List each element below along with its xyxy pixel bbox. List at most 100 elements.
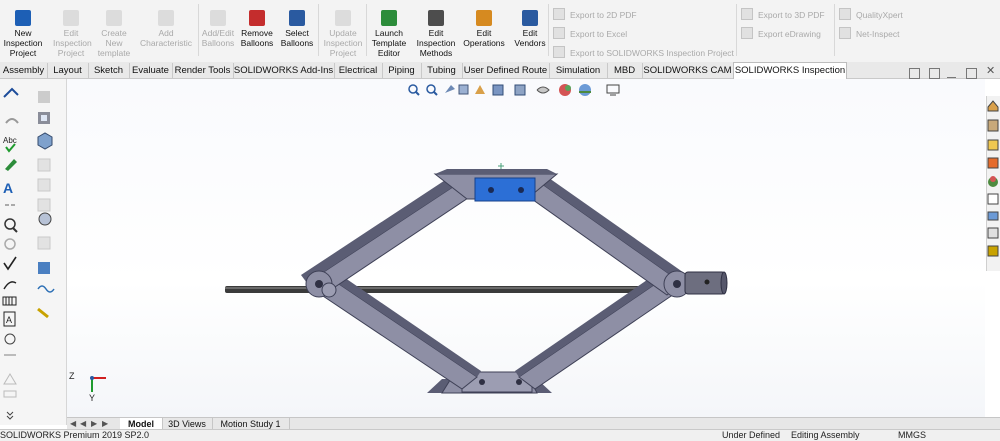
restore-window-icon[interactable]	[929, 68, 940, 79]
edit-inspection-project-button[interactable]: Edit Inspection Project	[53, 4, 92, 60]
spring-icon[interactable]	[37, 285, 55, 293]
brush-icon[interactable]	[5, 159, 17, 171]
select-balloons-button[interactable]: Select Balloons	[278, 4, 316, 60]
tab-assembly[interactable]: Assembly	[0, 63, 48, 78]
export-excel-button[interactable]: Export to Excel	[553, 27, 627, 39]
sketch-line-icon[interactable]	[3, 281, 17, 290]
tab-electrical[interactable]: Electrical	[334, 63, 383, 78]
export-2d-pdf-button[interactable]: Export to 2D PDF	[553, 8, 637, 20]
scissor-jack-model[interactable]: Z Y	[67, 79, 985, 417]
zoom-area-icon[interactable]	[426, 84, 438, 96]
scroll-next-icon[interactable]: ▶	[91, 419, 97, 428]
previous-view-icon[interactable]	[445, 85, 455, 93]
tab-simulation[interactable]: Simulation	[549, 63, 608, 78]
tab-solidworks-inspection[interactable]: SOLIDWORKS Inspection	[733, 62, 847, 79]
create-new-template-button[interactable]: Create New template	[96, 4, 132, 60]
home-icon[interactable]	[987, 100, 999, 112]
minimize-icon[interactable]	[947, 74, 956, 78]
edit-operations-button[interactable]: Edit Operations	[460, 4, 508, 60]
export-inspection-project-button[interactable]: Export to SOLIDWORKS Inspection Project	[553, 46, 734, 58]
export-3d-pdf-button[interactable]: Export to 3D PDF	[741, 8, 825, 20]
tab-tubing[interactable]: Tubing	[421, 63, 463, 78]
ribbon-button-label-line: Project	[329, 48, 357, 58]
ribbon-button-label-line: Vendors	[514, 38, 546, 48]
tab-solidworks-add-ins[interactable]: SOLIDWORKS Add-Ins	[233, 63, 335, 78]
text-block-icon[interactable]: A	[3, 311, 16, 327]
update-inspection-project-button[interactable]: Update Inspection Project	[322, 4, 364, 60]
edit-vendors-button[interactable]: Edit Vendors	[510, 4, 550, 60]
warning-icon[interactable]	[3, 373, 17, 385]
solidworks-inspection-icon[interactable]	[987, 227, 999, 239]
mirror-icon[interactable]	[37, 198, 51, 212]
bom-icon[interactable]	[38, 262, 50, 274]
table-icon[interactable]	[2, 296, 17, 306]
dynamic-annotation-icon[interactable]	[475, 85, 485, 94]
graphics-area[interactable]: Z Y	[67, 79, 985, 417]
edit-appearance-icon[interactable]	[559, 84, 571, 96]
selected-face[interactable]	[474, 177, 536, 202]
new-inspection-project-button[interactable]: New Inspection Project	[1, 4, 45, 60]
appearances-icon[interactable]	[988, 176, 998, 187]
remove-balloons-button[interactable]: Remove Balloons	[238, 4, 276, 60]
tab-evaluate[interactable]: Evaluate	[129, 63, 173, 78]
launch-template-editor-button[interactable]: Launch Template Editor	[369, 4, 409, 60]
spell-check-icon[interactable]: Abc	[3, 136, 17, 153]
zoom-to-fit-icon[interactable]	[408, 84, 420, 96]
tile-window-icon[interactable]	[909, 68, 920, 79]
tab-layout[interactable]: Layout	[47, 63, 89, 78]
ribbon-button-label-line: Editor	[377, 48, 401, 58]
heads-up-toolbar	[408, 84, 620, 96]
explode-icon[interactable]	[37, 236, 51, 250]
undo-icon[interactable]	[5, 118, 19, 124]
feature-icon[interactable]	[37, 158, 51, 172]
tab-render-tools[interactable]: Render Tools	[172, 63, 234, 78]
pattern-component-icon[interactable]	[37, 178, 51, 192]
hide-show-icon[interactable]	[536, 86, 550, 94]
move-component-icon[interactable]	[38, 212, 52, 226]
view-orientation-icon[interactable]	[492, 84, 504, 96]
tab-mbd[interactable]: MBD	[607, 63, 643, 78]
maximize-icon[interactable]	[966, 68, 977, 79]
zoom-icon[interactable]	[4, 218, 18, 233]
unit-system[interactable]: MMGS	[898, 430, 926, 441]
note-text-icon[interactable]: A	[3, 180, 13, 196]
upper-right-arm[interactable]	[521, 171, 687, 296]
more-chevron-icon[interactable]	[6, 411, 14, 420]
crank-tube[interactable]	[684, 271, 728, 295]
label-icon[interactable]	[3, 390, 17, 398]
component-icon[interactable]	[38, 91, 50, 103]
assembly-icon[interactable]	[37, 132, 53, 150]
add-characteristic-button[interactable]: Add Characteristic	[137, 4, 195, 60]
display-style-icon[interactable]	[514, 84, 526, 96]
export-edrawing-button[interactable]: Export eDrawing	[741, 27, 821, 39]
file-explorer-icon[interactable]	[987, 139, 999, 151]
smart-dimension-icon[interactable]	[3, 87, 19, 98]
close-icon[interactable]: ✕	[986, 64, 995, 77]
svg-text:A: A	[3, 180, 13, 196]
apply-scene-icon[interactable]	[579, 84, 591, 96]
check-icon[interactable]	[3, 256, 17, 271]
forum-icon[interactable]	[987, 211, 999, 221]
tab-solidworks-cam[interactable]: SOLIDWORKS CAM	[642, 63, 734, 78]
scroll-last-icon[interactable]: ▶	[102, 419, 108, 428]
scroll-prev-icon[interactable]: ◀	[80, 419, 86, 428]
tab-piping[interactable]: Piping	[382, 63, 422, 78]
view-palette-icon[interactable]	[987, 157, 999, 169]
threaded-rod[interactable]	[225, 286, 685, 293]
view-settings-icon[interactable]	[606, 84, 620, 96]
custom-properties-icon[interactable]	[987, 193, 999, 205]
tab-user-defined-route[interactable]: User Defined Route	[462, 63, 550, 78]
plm-icon[interactable]	[987, 245, 999, 257]
qualityxpert-button[interactable]: QualityXpert	[839, 8, 903, 20]
edit-inspection-methods-button[interactable]: Edit Inspection Methods	[414, 4, 458, 60]
scroll-first-icon[interactable]: ◀	[70, 419, 76, 428]
section-view-icon[interactable]	[458, 84, 469, 95]
tab-sketch[interactable]: Sketch	[88, 63, 130, 78]
net-inspect-button[interactable]: Net-Inspect	[839, 27, 899, 39]
design-library-icon[interactable]	[987, 119, 999, 132]
zoom-fit-icon[interactable]	[4, 238, 16, 250]
measure-icon[interactable]	[4, 333, 16, 345]
insert-part-icon[interactable]	[38, 112, 50, 124]
add-edit-balloons-button[interactable]: Add/Edit Balloons	[197, 4, 239, 60]
ruler-icon[interactable]	[37, 307, 49, 319]
